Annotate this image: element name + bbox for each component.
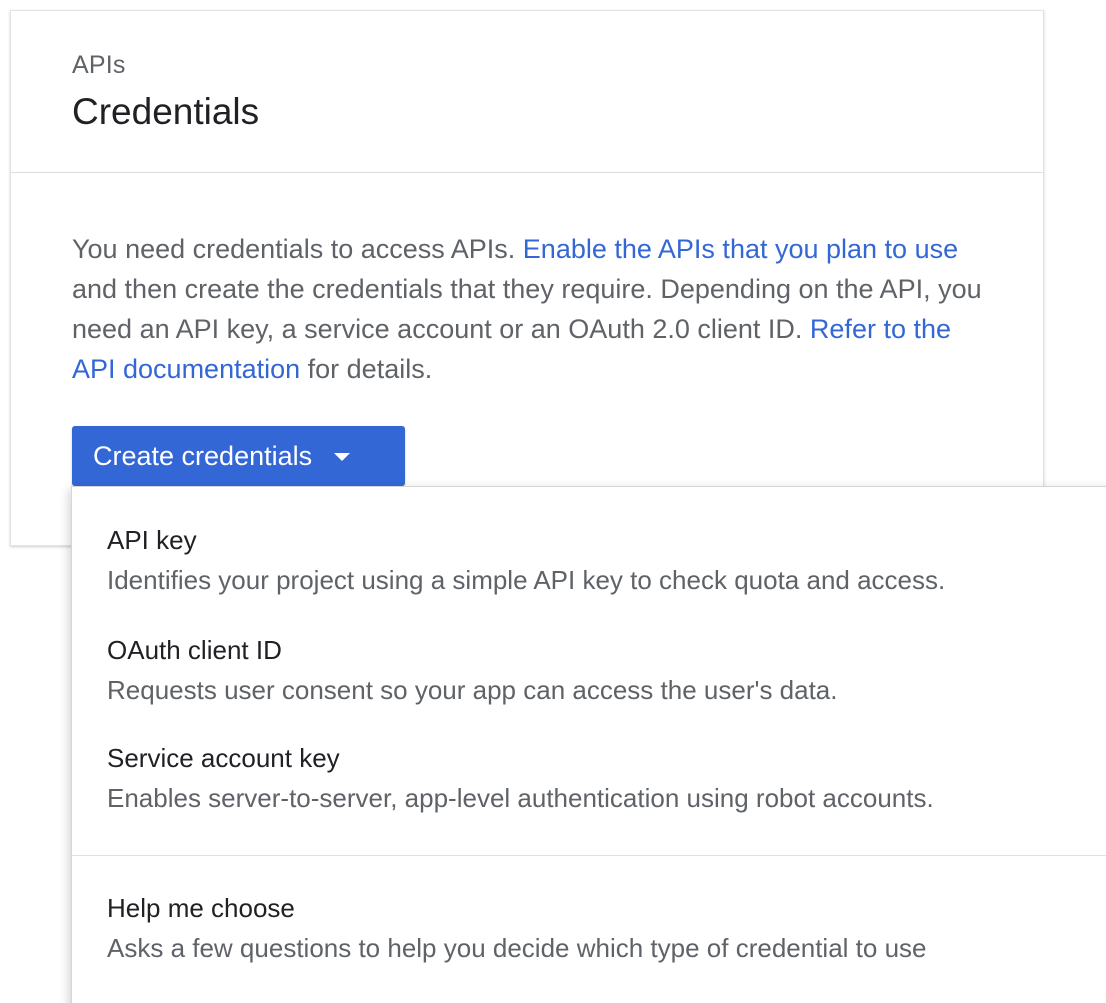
menu-item-description: Enables server-to-server, app-level auth… <box>107 783 934 813</box>
card-header: APIs Credentials <box>11 11 1043 173</box>
breadcrumb: APIs <box>72 51 126 79</box>
menu-item-oauth-client-id[interactable]: OAuth client ID Requests user consent so… <box>72 633 1106 707</box>
menu-item-description: Requests user consent so your app can ac… <box>107 675 838 705</box>
arrow-drop-down-icon <box>334 453 351 461</box>
menu-divider <box>72 855 1106 856</box>
intro-text-part-3: for details. <box>300 354 433 384</box>
page: APIs Credentials You need credentials to… <box>0 0 1106 1003</box>
menu-item-api-key[interactable]: API key Identifies your project using a … <box>72 523 1106 597</box>
create-credentials-label: Create credentials <box>93 440 313 471</box>
menu-item-title: Help me choose <box>107 893 295 923</box>
enable-apis-link[interactable]: Enable the APIs that you plan to use <box>523 234 958 264</box>
credentials-card: APIs Credentials You need credentials to… <box>10 10 1044 546</box>
menu-item-title: OAuth client ID <box>107 635 282 665</box>
intro-text-part-1: You need credentials to access APIs. <box>72 234 523 264</box>
menu-item-title: API key <box>107 525 197 555</box>
page-title: Credentials <box>72 91 260 132</box>
intro-text: You need credentials to access APIs. Ena… <box>72 229 992 389</box>
create-credentials-button[interactable]: Create credentials <box>72 426 405 486</box>
menu-item-description: Asks a few questions to help you decide … <box>107 933 927 963</box>
menu-item-title: Service account key <box>107 743 340 773</box>
menu-item-help-me-choose[interactable]: Help me choose Asks a few questions to h… <box>72 891 1106 965</box>
menu-item-service-account-key[interactable]: Service account key Enables server-to-se… <box>72 741 1106 815</box>
create-credentials-menu: API key Identifies your project using a … <box>71 486 1106 1003</box>
menu-item-description: Identifies your project using a simple A… <box>107 565 946 595</box>
